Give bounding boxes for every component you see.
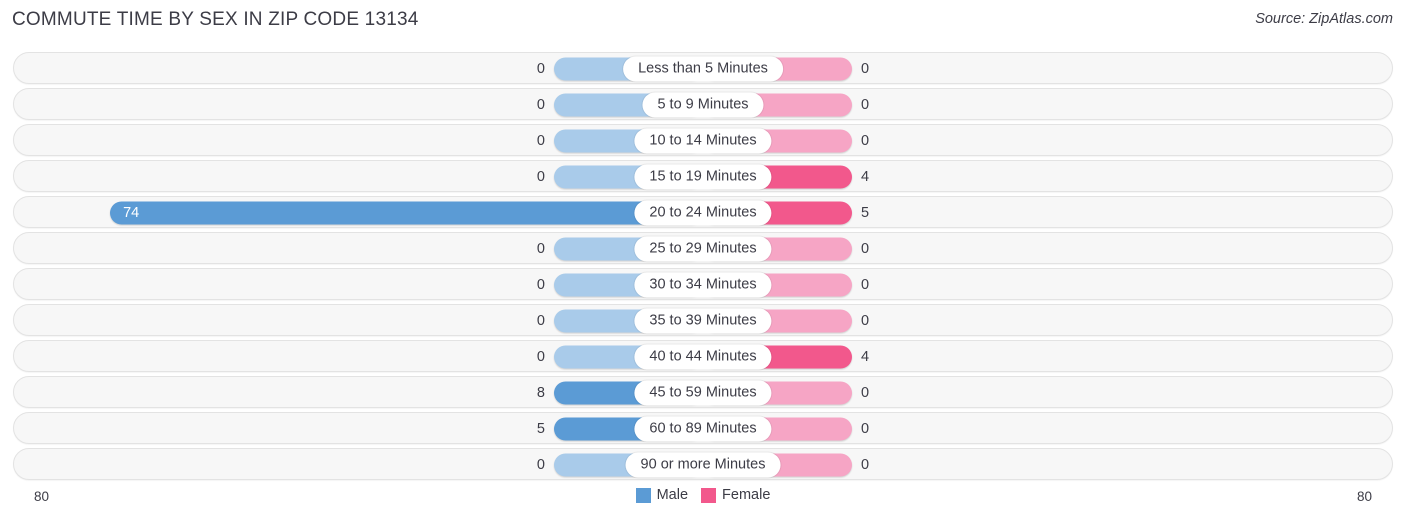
- source-attribution: Source: ZipAtlas.com: [1255, 11, 1393, 27]
- category-label: 90 or more Minutes: [625, 452, 781, 478]
- value-label-male: 0: [536, 96, 545, 113]
- legend-item-female[interactable]: Female: [701, 487, 770, 503]
- value-label-female: 5: [861, 204, 870, 221]
- value-label-male: 0: [536, 168, 545, 185]
- category-label: 25 to 29 Minutes: [634, 236, 772, 262]
- value-label-female: 0: [861, 240, 870, 257]
- row-bars: 0 0 90 or more Minutes: [13, 447, 1393, 483]
- legend-item-male[interactable]: Male: [635, 487, 689, 503]
- page-title: COMMUTE TIME BY SEX IN ZIP CODE 13134: [12, 9, 419, 30]
- bar-male[interactable]: [110, 201, 703, 225]
- chart-container: COMMUTE TIME BY SEX IN ZIP CODE 13134 So…: [0, 0, 1406, 522]
- row-bars: 74 5 20 to 24 Minutes: [13, 195, 1393, 231]
- row-bars: 0 0 Less than 5 Minutes: [13, 51, 1393, 87]
- legend-label: Male: [656, 487, 689, 503]
- chart-row: 0 0 25 to 29 Minutes: [13, 231, 1393, 267]
- row-bars: 0 0 30 to 34 Minutes: [13, 267, 1393, 303]
- legend-label: Female: [722, 487, 771, 503]
- value-label-female: 0: [861, 456, 870, 473]
- chart-row: 8 0 45 to 59 Minutes: [13, 375, 1393, 411]
- category-label: 60 to 89 Minutes: [634, 416, 772, 442]
- category-label: Less than 5 Minutes: [623, 56, 783, 82]
- value-label-male: 0: [536, 456, 545, 473]
- chart-row: 74 5 20 to 24 Minutes: [13, 195, 1393, 231]
- value-label-female: 0: [861, 276, 870, 293]
- value-label-male: 0: [536, 60, 545, 77]
- row-bars: 0 0 35 to 39 Minutes: [13, 303, 1393, 339]
- legend-swatch-icon: [701, 487, 717, 503]
- row-bars: 0 0 25 to 29 Minutes: [13, 231, 1393, 267]
- chart-row: 0 4 15 to 19 Minutes: [13, 159, 1393, 195]
- row-bars: 0 0 10 to 14 Minutes: [13, 123, 1393, 159]
- value-label-male: 0: [536, 312, 545, 329]
- value-label-female: 4: [861, 348, 870, 365]
- chart-row: 0 0 Less than 5 Minutes: [13, 51, 1393, 87]
- chart-row: 5 0 60 to 89 Minutes: [13, 411, 1393, 447]
- category-label: 40 to 44 Minutes: [634, 344, 772, 370]
- chart-row: 0 4 40 to 44 Minutes: [13, 339, 1393, 375]
- category-label: 45 to 59 Minutes: [634, 380, 772, 406]
- chart-row: 0 0 30 to 34 Minutes: [13, 267, 1393, 303]
- category-label: 30 to 34 Minutes: [634, 272, 772, 298]
- value-label-male: 8: [536, 384, 545, 401]
- chart-row: 0 0 90 or more Minutes: [13, 447, 1393, 483]
- row-bars: 5 0 60 to 89 Minutes: [13, 411, 1393, 447]
- value-label-female: 0: [861, 96, 870, 113]
- chart-row: 0 0 10 to 14 Minutes: [13, 123, 1393, 159]
- value-label-female: 4: [861, 168, 870, 185]
- value-label-male: 0: [536, 240, 545, 257]
- value-label-female: 0: [861, 384, 870, 401]
- value-label-female: 0: [861, 420, 870, 437]
- category-label: 5 to 9 Minutes: [642, 92, 764, 118]
- row-bars: 0 0 5 to 9 Minutes: [13, 87, 1393, 123]
- legend-swatch-icon: [635, 487, 651, 503]
- row-bars: 0 4 40 to 44 Minutes: [13, 339, 1393, 375]
- value-label-male: 5: [536, 420, 545, 437]
- value-label-female: 0: [861, 312, 870, 329]
- value-label-female: 0: [861, 60, 870, 77]
- plot-area: 0 0 Less than 5 Minutes 0 0 5 to 9 Minutes 0 0 1…: [13, 51, 1393, 483]
- value-label-male: 0: [536, 132, 545, 149]
- category-label: 35 to 39 Minutes: [634, 308, 772, 334]
- chart-row: 0 0 5 to 9 Minutes: [13, 87, 1393, 123]
- value-label-female: 0: [861, 132, 870, 149]
- row-bars: 0 4 15 to 19 Minutes: [13, 159, 1393, 195]
- value-label-male: 74: [123, 204, 140, 221]
- category-label: 20 to 24 Minutes: [634, 200, 772, 226]
- category-label: 10 to 14 Minutes: [634, 128, 772, 154]
- category-label: 15 to 19 Minutes: [634, 164, 772, 190]
- chart-legend: Male Female: [0, 487, 1406, 503]
- value-label-male: 0: [536, 348, 545, 365]
- value-label-male: 0: [536, 276, 545, 293]
- row-bars: 8 0 45 to 59 Minutes: [13, 375, 1393, 411]
- chart-row: 0 0 35 to 39 Minutes: [13, 303, 1393, 339]
